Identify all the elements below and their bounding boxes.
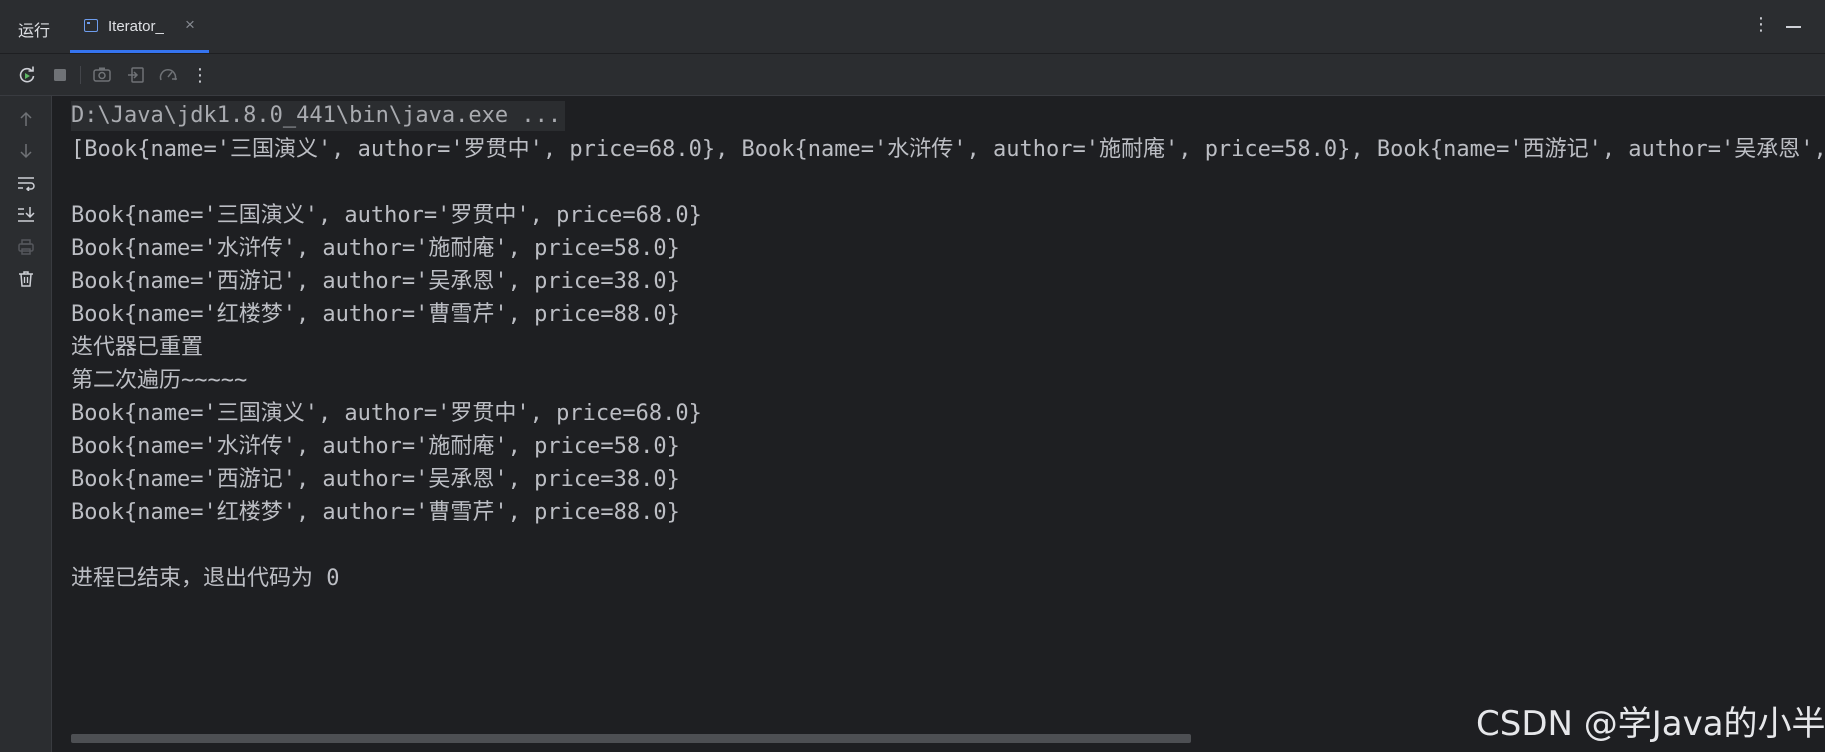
profiler-icon[interactable] bbox=[157, 64, 179, 86]
run-panel-title: 运行 bbox=[18, 23, 51, 40]
soft-wrap-icon[interactable] bbox=[15, 172, 37, 194]
more-icon[interactable]: ⋮ bbox=[189, 64, 211, 86]
command-line[interactable]: D:\Java\jdk1.8.0_441\bin\java.exe ... bbox=[71, 101, 566, 131]
scrollbar-thumb[interactable] bbox=[71, 734, 1191, 743]
tab-iterator[interactable]: Iterator_ × bbox=[70, 0, 209, 53]
active-tab-indicator bbox=[70, 50, 209, 53]
console-line: Book{name='西游记', author='吴承恩', price=38.… bbox=[71, 467, 680, 492]
tab-label: Iterator_ bbox=[108, 18, 164, 35]
console-line: Book{name='水浒传', author='施耐庵', price=58.… bbox=[71, 434, 680, 459]
options-menu-icon[interactable]: ⋮ bbox=[1752, 14, 1770, 35]
console-line: Book{name='三国演义', author='罗贯中', price=68… bbox=[71, 203, 702, 228]
console-output[interactable]: D:\Java\jdk1.8.0_441\bin\java.exe ... [B… bbox=[53, 96, 1825, 752]
console-gutter bbox=[0, 96, 52, 752]
up-arrow-icon[interactable] bbox=[15, 108, 37, 130]
console-line: [Book{name='三国演义', author='罗贯中', price=6… bbox=[71, 137, 1825, 162]
down-arrow-icon[interactable] bbox=[15, 140, 37, 162]
print-icon[interactable] bbox=[15, 236, 37, 258]
console-line: Book{name='红楼梦', author='曹雪芹', price=88.… bbox=[71, 500, 680, 525]
minimize-icon[interactable] bbox=[1786, 26, 1801, 28]
stop-icon[interactable] bbox=[49, 64, 71, 86]
exit-status-line: 进程已结束，退出代码为 0 bbox=[71, 566, 340, 591]
clear-all-icon[interactable] bbox=[15, 268, 37, 290]
console-line: 迭代器已重置 bbox=[71, 335, 204, 360]
console-icon bbox=[84, 19, 98, 32]
run-tool-window: 运行 Iterator_ × ⋮ ⋮ D:\Java\jdk1.8.0_441\… bbox=[0, 0, 1825, 752]
console-line: Book{name='水浒传', author='施耐庵', price=58.… bbox=[71, 236, 680, 261]
console-line: Book{name='西游记', author='吴承恩', price=38.… bbox=[71, 269, 680, 294]
watermark: CSDN @学Java的小半 bbox=[1476, 704, 1825, 744]
screenshot-icon[interactable] bbox=[91, 64, 113, 86]
run-tab-bar: 运行 Iterator_ × ⋮ bbox=[0, 0, 1825, 54]
close-tab-icon[interactable]: × bbox=[185, 15, 195, 35]
scroll-to-end-icon[interactable] bbox=[15, 204, 37, 226]
restore-layout-icon[interactable] bbox=[125, 64, 147, 86]
toolbar-separator bbox=[80, 66, 81, 84]
run-toolbar: ⋮ bbox=[0, 54, 1825, 96]
console-line: 第二次遍历~~~~~ bbox=[71, 368, 248, 393]
console-line: Book{name='红楼梦', author='曹雪芹', price=88.… bbox=[71, 302, 680, 327]
rerun-icon[interactable] bbox=[16, 64, 38, 86]
console-line: Book{name='三国演义', author='罗贯中', price=68… bbox=[71, 401, 702, 426]
